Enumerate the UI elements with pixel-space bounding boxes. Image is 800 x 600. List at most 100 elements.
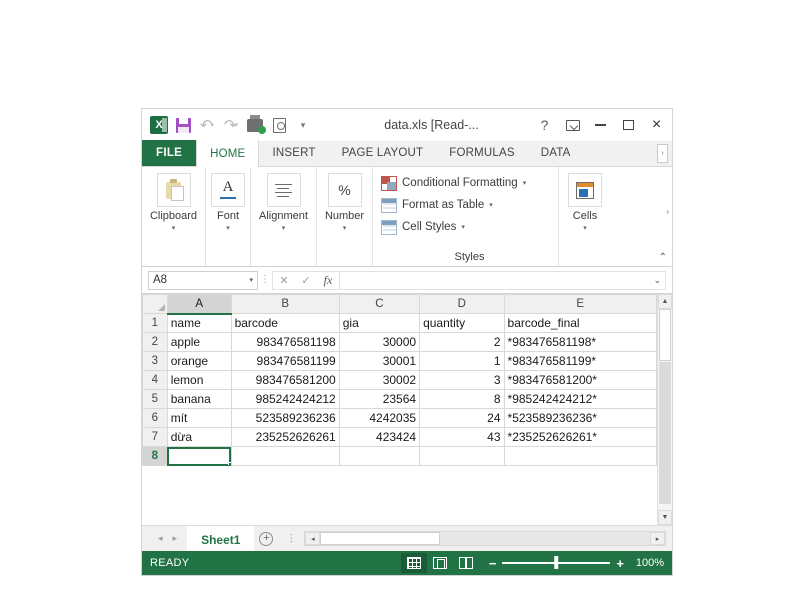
name-box[interactable]: A8 ▾	[148, 270, 258, 290]
tab-home[interactable]: HOME	[196, 140, 260, 167]
worksheet-grid[interactable]: A B C D E 1 name barcode gia quantity barcode…	[142, 294, 658, 525]
percent-icon[interactable]: %	[327, 173, 362, 207]
tab-insert[interactable]: INSERT	[259, 140, 328, 166]
cell-A1[interactable]: name	[166, 313, 232, 333]
cancel-icon[interactable]: ✕	[273, 272, 295, 289]
cell-C5[interactable]: 23564	[338, 389, 421, 409]
cell-E1[interactable]: barcode_final	[503, 313, 658, 333]
cell-E6[interactable]: *523589236236*	[503, 408, 658, 428]
redo-icon[interactable]: ↷ ▾	[220, 114, 242, 136]
formula-input[interactable]: ⌄	[339, 270, 666, 290]
zoom-track[interactable]	[502, 556, 611, 570]
cell-E2[interactable]: *983476581198*	[503, 332, 658, 352]
ribbon-group-cells[interactable]: Cells ▾	[559, 167, 611, 266]
select-all-corner[interactable]	[142, 294, 168, 314]
tab-data[interactable]: DATA	[528, 140, 584, 166]
cell-A4[interactable]: lemon	[166, 370, 232, 390]
cell-E7[interactable]: *235252626261*	[503, 427, 658, 447]
column-header-a[interactable]: A	[166, 294, 232, 315]
sheet-tab-sheet1[interactable]: Sheet1	[187, 526, 255, 551]
cell-B5[interactable]: 985242424212	[230, 389, 340, 409]
font-icon[interactable]	[211, 173, 245, 207]
cell-A8[interactable]	[166, 446, 232, 466]
cell-C1[interactable]: gia	[338, 313, 421, 333]
ribbon-group-alignment[interactable]: Alignment ▾	[251, 167, 317, 266]
row-header-3[interactable]: 3	[142, 351, 168, 371]
format-as-table-button[interactable]: Format as Table ▾	[381, 194, 558, 216]
print-preview-icon[interactable]	[268, 114, 290, 136]
zoom-thumb[interactable]	[554, 556, 559, 570]
format-as-table-caret-icon[interactable]: ▾	[489, 201, 493, 209]
previous-sheet-icon[interactable]: ◂	[158, 533, 163, 544]
cell-D6[interactable]: 24	[419, 408, 505, 428]
cell-C6[interactable]: 4242035	[338, 408, 421, 428]
cell-B2[interactable]: 983476581198	[230, 332, 340, 352]
undo-icon[interactable]: ↶ ▾	[196, 114, 218, 136]
enter-icon[interactable]: ✓	[295, 272, 317, 289]
alignment-caret-icon[interactable]: ▾	[282, 224, 286, 232]
quick-print-icon[interactable]	[244, 114, 266, 136]
alignment-icon[interactable]	[266, 173, 301, 207]
cell-B1[interactable]: barcode	[230, 313, 340, 333]
ribbon-group-font[interactable]: Font ▾	[206, 167, 251, 266]
cell-D2[interactable]: 2	[419, 332, 505, 352]
tab-formulas[interactable]: FORMULAS	[436, 140, 528, 166]
cell-A3[interactable]: orange	[166, 351, 232, 371]
column-header-c[interactable]: C	[338, 294, 421, 314]
scroll-left-icon[interactable]: ◂	[305, 532, 321, 545]
clipboard-icon[interactable]	[156, 173, 191, 207]
cell-B4[interactable]: 983476581200	[230, 370, 340, 390]
row-header-4[interactable]: 4	[142, 370, 168, 390]
tabs-overflow-icon[interactable]: ›	[657, 144, 668, 163]
cell-styles-caret-icon[interactable]: ▾	[461, 223, 465, 231]
scroll-down-icon[interactable]: ▼	[658, 510, 672, 525]
cell-A6[interactable]: mít	[166, 408, 232, 428]
vertical-scroll-thumb[interactable]	[659, 309, 671, 361]
row-header-1[interactable]: 1	[142, 313, 168, 333]
next-sheet-icon[interactable]: ▸	[173, 533, 178, 544]
cell-B3[interactable]: 983476581199	[230, 351, 340, 371]
ribbon-group-number[interactable]: % Number ▾	[317, 167, 373, 266]
row-header-5[interactable]: 5	[142, 389, 168, 409]
sheet-tab-menu-icon[interactable]: ⋮	[278, 533, 304, 543]
tab-file[interactable]: FILE	[142, 140, 197, 166]
cells-icon[interactable]	[568, 173, 602, 207]
help-icon[interactable]: ?	[531, 113, 558, 137]
cell-D7[interactable]: 43	[419, 427, 505, 447]
zoom-in-icon[interactable]: +	[616, 556, 624, 571]
vertical-scroll-track[interactable]	[658, 309, 672, 510]
name-box-caret-icon[interactable]: ▾	[249, 276, 253, 284]
conditional-formatting-caret-icon[interactable]: ▾	[523, 179, 527, 187]
cells-caret-icon[interactable]: ▾	[583, 224, 587, 232]
tab-page-layout[interactable]: PAGE LAYOUT	[329, 140, 437, 166]
horizontal-scrollbar[interactable]: ◂ ▸	[304, 531, 666, 546]
zoom-level-label[interactable]: 100%	[632, 557, 664, 569]
cell-styles-button[interactable]: Cell Styles ▾	[381, 216, 558, 238]
row-header-8[interactable]: 8	[142, 446, 168, 466]
cell-D3[interactable]: 1	[419, 351, 505, 371]
cell-C4[interactable]: 30002	[338, 370, 421, 390]
zoom-out-icon[interactable]: −	[489, 556, 497, 571]
cell-B8[interactable]	[230, 446, 340, 466]
row-header-2[interactable]: 2	[142, 332, 168, 352]
fill-handle[interactable]	[227, 462, 231, 465]
cell-E4[interactable]: *983476581200*	[503, 370, 658, 390]
cell-E3[interactable]: *983476581199*	[503, 351, 658, 371]
page-layout-view-icon[interactable]	[427, 553, 453, 573]
cell-E5[interactable]: *985242424212*	[503, 389, 658, 409]
cell-B6[interactable]: 523589236236	[230, 408, 340, 428]
column-header-b[interactable]: B	[230, 294, 340, 314]
cell-D5[interactable]: 8	[419, 389, 505, 409]
column-header-d[interactable]: D	[419, 294, 505, 314]
cell-C2[interactable]: 30000	[338, 332, 421, 352]
cell-D8[interactable]	[419, 446, 505, 466]
zoom-slider[interactable]: − +	[489, 556, 624, 571]
vertical-scrollbar[interactable]: ▲ ▼	[657, 294, 672, 525]
cell-D4[interactable]: 3	[419, 370, 505, 390]
cell-A7[interactable]: dừa	[166, 427, 232, 447]
clipboard-caret-icon[interactable]: ▾	[172, 224, 176, 232]
ribbon-group-overflow-icon[interactable]: ›	[666, 207, 669, 216]
collapse-ribbon-icon[interactable]: ⌃	[659, 252, 667, 263]
ribbon-group-clipboard[interactable]: Clipboard ▾	[142, 167, 206, 266]
formula-bar-grip[interactable]: ⋮	[258, 275, 272, 285]
